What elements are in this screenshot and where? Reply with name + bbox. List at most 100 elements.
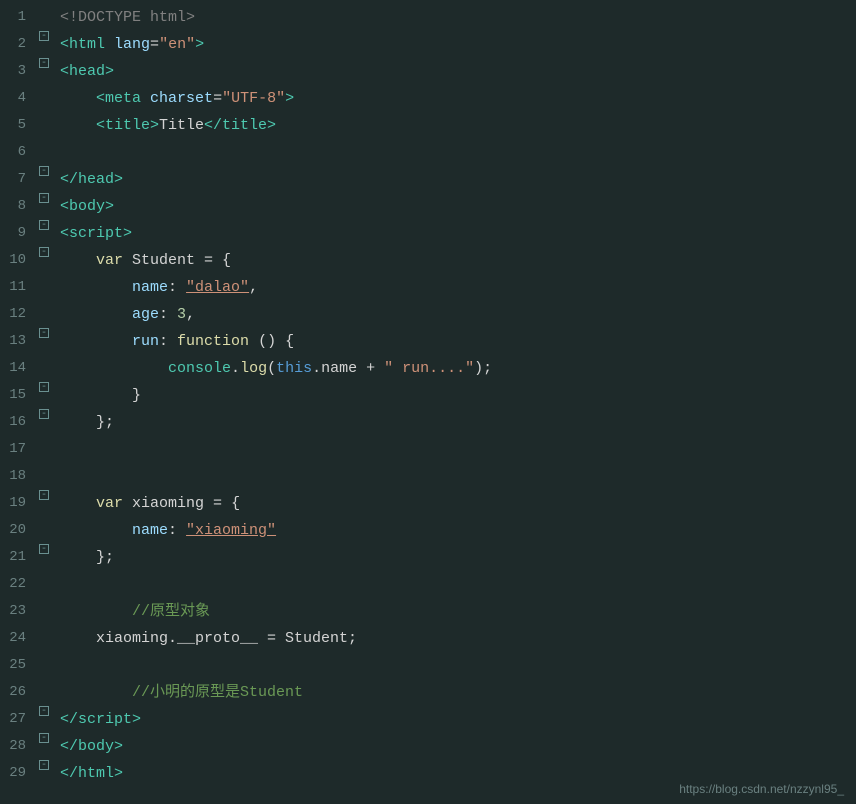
line-number: 10 xyxy=(0,247,36,274)
line-number: 13 xyxy=(0,328,36,355)
line-number: 28 xyxy=(0,733,36,760)
fold-gutter[interactable]: - xyxy=(36,733,52,743)
fold-icon[interactable]: - xyxy=(39,760,49,770)
code-line: 11 name: "dalao", xyxy=(0,274,856,301)
line-number: 23 xyxy=(0,598,36,625)
fold-icon[interactable]: - xyxy=(39,328,49,338)
code-line: 14 console.log(this.name + " run...."); xyxy=(0,355,856,382)
code-line: 17 xyxy=(0,436,856,463)
line-number: 25 xyxy=(0,652,36,679)
code-content: run: function () { xyxy=(52,328,856,355)
code-content: console.log(this.name + " run...."); xyxy=(52,355,856,382)
code-content: var xiaoming = { xyxy=(52,490,856,517)
code-line: 5 <title>Title</title> xyxy=(0,112,856,139)
line-number: 29 xyxy=(0,760,36,787)
fold-icon[interactable]: - xyxy=(39,733,49,743)
code-line: 1<!DOCTYPE html> xyxy=(0,4,856,31)
code-content: </head> xyxy=(52,166,856,193)
line-number: 14 xyxy=(0,355,36,382)
code-content: <head> xyxy=(52,58,856,85)
fold-icon[interactable]: - xyxy=(39,382,49,392)
fold-gutter[interactable]: - xyxy=(36,193,52,203)
line-number: 8 xyxy=(0,193,36,220)
fold-gutter[interactable]: - xyxy=(36,409,52,419)
fold-icon[interactable]: - xyxy=(39,247,49,257)
code-line: 21- }; xyxy=(0,544,856,571)
line-number: 16 xyxy=(0,409,36,436)
code-content: <title>Title</title> xyxy=(52,112,856,139)
code-line: 27-</script> xyxy=(0,706,856,733)
code-content: //小明的原型是Student xyxy=(52,679,856,706)
fold-gutter[interactable]: - xyxy=(36,490,52,500)
code-content: var Student = { xyxy=(52,247,856,274)
line-number: 6 xyxy=(0,139,36,166)
fold-gutter[interactable]: - xyxy=(36,328,52,338)
code-line: 22 xyxy=(0,571,856,598)
fold-icon[interactable]: - xyxy=(39,31,49,41)
code-line: 24 xiaoming.__proto__ = Student; xyxy=(0,625,856,652)
code-content: } xyxy=(52,382,856,409)
line-number: 21 xyxy=(0,544,36,571)
code-content xyxy=(52,436,856,463)
code-line: 8-<body> xyxy=(0,193,856,220)
line-number: 12 xyxy=(0,301,36,328)
line-number: 9 xyxy=(0,220,36,247)
code-content xyxy=(52,139,856,166)
code-content: name: "xiaoming" xyxy=(52,517,856,544)
fold-icon[interactable]: - xyxy=(39,706,49,716)
code-line: 10- var Student = { xyxy=(0,247,856,274)
line-number: 24 xyxy=(0,625,36,652)
code-line: 12 age: 3, xyxy=(0,301,856,328)
fold-gutter[interactable]: - xyxy=(36,31,52,41)
code-line: 4 <meta charset="UTF-8"> xyxy=(0,85,856,112)
code-content: <script> xyxy=(52,220,856,247)
code-editor: 1<!DOCTYPE html>2-<html lang="en">3-<hea… xyxy=(0,0,856,804)
fold-icon[interactable]: - xyxy=(39,193,49,203)
fold-icon[interactable]: - xyxy=(39,490,49,500)
line-number: 17 xyxy=(0,436,36,463)
code-line: 7-</head> xyxy=(0,166,856,193)
fold-icon[interactable]: - xyxy=(39,544,49,554)
line-number: 2 xyxy=(0,31,36,58)
line-number: 11 xyxy=(0,274,36,301)
code-content: </body> xyxy=(52,733,856,760)
fold-gutter[interactable]: - xyxy=(36,58,52,68)
line-number: 4 xyxy=(0,85,36,112)
code-content: </script> xyxy=(52,706,856,733)
code-line: 20 name: "xiaoming" xyxy=(0,517,856,544)
code-content: }; xyxy=(52,409,856,436)
fold-icon[interactable]: - xyxy=(39,220,49,230)
fold-icon[interactable]: - xyxy=(39,409,49,419)
fold-gutter[interactable]: - xyxy=(36,247,52,257)
fold-gutter[interactable]: - xyxy=(36,760,52,770)
code-content: //原型对象 xyxy=(52,598,856,625)
code-line: 28-</body> xyxy=(0,733,856,760)
fold-icon[interactable]: - xyxy=(39,58,49,68)
fold-gutter[interactable]: - xyxy=(36,544,52,554)
fold-icon[interactable]: - xyxy=(39,166,49,176)
code-line: 19- var xiaoming = { xyxy=(0,490,856,517)
code-content: <html lang="en"> xyxy=(52,31,856,58)
code-line: 16- }; xyxy=(0,409,856,436)
code-line: 13- run: function () { xyxy=(0,328,856,355)
code-content: name: "dalao", xyxy=(52,274,856,301)
fold-gutter[interactable]: - xyxy=(36,382,52,392)
line-number: 22 xyxy=(0,571,36,598)
code-line: 15- } xyxy=(0,382,856,409)
code-content: }; xyxy=(52,544,856,571)
fold-gutter[interactable]: - xyxy=(36,166,52,176)
line-number: 27 xyxy=(0,706,36,733)
code-line: 26 //小明的原型是Student xyxy=(0,679,856,706)
code-line: 25 xyxy=(0,652,856,679)
code-content xyxy=(52,652,856,679)
line-number: 5 xyxy=(0,112,36,139)
code-content: <meta charset="UTF-8"> xyxy=(52,85,856,112)
line-number: 20 xyxy=(0,517,36,544)
line-number: 3 xyxy=(0,58,36,85)
fold-gutter[interactable]: - xyxy=(36,706,52,716)
fold-gutter[interactable]: - xyxy=(36,220,52,230)
line-number: 7 xyxy=(0,166,36,193)
code-content xyxy=(52,571,856,598)
code-line: 6 xyxy=(0,139,856,166)
code-content: age: 3, xyxy=(52,301,856,328)
